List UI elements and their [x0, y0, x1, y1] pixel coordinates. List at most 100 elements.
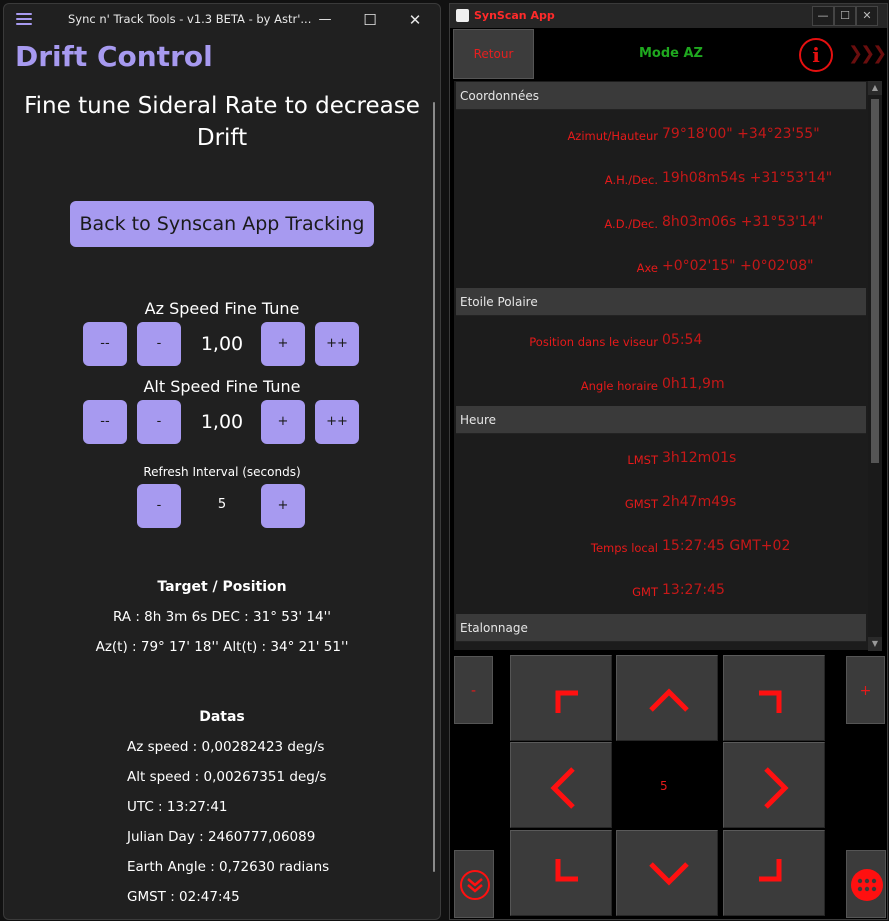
retour-button[interactable]: Retour	[453, 29, 534, 79]
minimize-button[interactable]: —	[302, 4, 348, 36]
list-item: A.H./Dec. 19h08m54s +31°53'14"	[454, 170, 868, 190]
row-value: 05:54	[662, 332, 703, 348]
target-az-alt: Az(t) : 79° 17' 18'' Alt(t) : 34° 21' 51…	[95, 639, 349, 655]
mode-label: Mode AZ	[638, 46, 703, 61]
hamburger-menu-icon[interactable]	[16, 13, 32, 25]
keypad-button[interactable]	[846, 850, 886, 918]
synscan-window: SynScan App — ☐ ✕ Retour Mode AZ i ❯❯❯ C…	[449, 3, 888, 920]
info-list: Coordonnées Azimut/Hauteur 79°18'00" +34…	[454, 81, 868, 650]
title-bar: Sync n' Track Tools - v1.3 BETA - by Ast…	[4, 4, 440, 36]
page-subtitle: Fine tune Sideral Rate to decrease Drift	[4, 90, 440, 154]
az-increase-button[interactable]: +	[261, 322, 305, 366]
list-item: Angle horaire 0h11,9m	[454, 376, 868, 396]
alt-increase-large-button[interactable]: ++	[315, 400, 359, 444]
row-label: Position dans le viseur	[529, 335, 658, 349]
slew-up-left-button[interactable]	[510, 655, 612, 741]
julian-day-readout: Julian Day : 2460777,06089	[127, 829, 316, 845]
window-title: Sync n' Track Tools - v1.3 BETA - by Ast…	[68, 12, 312, 26]
row-label: A.H./Dec.	[604, 173, 658, 187]
close-button[interactable]: ✕	[856, 6, 878, 26]
slew-rate-value: 5	[660, 779, 668, 793]
maximize-button[interactable]: ☐	[347, 4, 393, 36]
az-speed-readout: Az speed : 0,00282423 deg/s	[127, 739, 325, 755]
corner-down-left-icon	[555, 859, 578, 882]
row-value: 3h12m01s	[662, 450, 737, 466]
refresh-interval-value: 5	[217, 497, 227, 512]
az-speed-value: 1,00	[200, 333, 244, 355]
section-coordonnees[interactable]: Coordonnées	[456, 82, 866, 110]
datas-heading: Datas	[199, 709, 245, 725]
chevron-right-icon	[764, 767, 789, 809]
sync-track-window: Sync n' Track Tools - v1.3 BETA - by Ast…	[3, 3, 441, 920]
maximize-button[interactable]: ☐	[834, 6, 856, 26]
earth-angle-readout: Earth Angle : 0,72630 radians	[127, 859, 330, 875]
az-decrease-button[interactable]: -	[137, 322, 181, 366]
alt-speed-readout: Alt speed : 0,00267351 deg/s	[127, 769, 327, 785]
minimize-button[interactable]: —	[812, 6, 834, 26]
collapse-button[interactable]	[454, 850, 494, 918]
row-value: +0°02'15" +0°02'08"	[662, 258, 814, 274]
az-decrease-large-button[interactable]: --	[83, 322, 127, 366]
title-bar: SynScan App — ☐ ✕	[450, 4, 887, 28]
subtitle-line-1: Fine tune Sideral Rate to decrease	[24, 93, 420, 119]
list-scrollbar[interactable]: ▲ ▼	[868, 81, 882, 651]
row-label: Axe	[636, 261, 658, 275]
az-speed-label: Az Speed Fine Tune	[144, 299, 300, 318]
alt-decrease-button[interactable]: -	[137, 400, 181, 444]
synscan-app-icon	[456, 9, 469, 22]
refresh-interval-label: Refresh Interval (seconds)	[143, 465, 301, 479]
close-button[interactable]: ✕	[392, 4, 438, 36]
target-heading: Target / Position	[157, 579, 287, 595]
alt-speed-value: 1,00	[200, 411, 244, 433]
slew-down-right-button[interactable]	[723, 830, 825, 916]
list-item: LMST 3h12m01s	[454, 450, 868, 470]
row-label: A.D./Dec.	[604, 217, 658, 231]
row-value: 13:27:45	[662, 582, 725, 598]
info-icon[interactable]: i	[799, 38, 833, 72]
back-to-synscan-button[interactable]: Back to Synscan App Tracking	[70, 201, 374, 247]
section-heure[interactable]: Heure	[456, 406, 866, 434]
section-etoile-polaire[interactable]: Etoile Polaire	[456, 288, 866, 316]
az-increase-large-button[interactable]: ++	[315, 322, 359, 366]
slew-right-button[interactable]	[723, 742, 825, 828]
page-title: Drift Control	[15, 40, 213, 73]
list-item: Position dans le viseur 05:54	[454, 332, 868, 352]
list-item: Temps local 15:27:45 GMT+02	[454, 538, 868, 558]
alt-decrease-large-button[interactable]: --	[83, 400, 127, 444]
chevron-left-icon	[550, 767, 575, 809]
slew-up-right-button[interactable]	[723, 655, 825, 741]
row-label: GMST	[624, 497, 658, 511]
scrollbar-thumb[interactable]	[871, 99, 879, 463]
keypad-grid-icon	[851, 869, 883, 901]
row-value: 0h11,9m	[662, 376, 725, 392]
scroll-down-arrow-icon[interactable]: ▼	[868, 637, 882, 651]
window-title: SynScan App	[474, 9, 555, 22]
slew-left-button[interactable]	[510, 742, 612, 828]
rate-plus-button[interactable]: +	[846, 656, 885, 724]
refresh-decrease-button[interactable]: -	[137, 484, 181, 528]
list-item: Azimut/Hauteur 79°18'00" +34°23'55"	[454, 126, 868, 146]
list-item: A.D./Dec. 8h03m06s +31°53'14"	[454, 214, 868, 234]
rate-minus-button[interactable]: -	[454, 656, 493, 724]
slew-down-left-button[interactable]	[510, 830, 612, 916]
alt-increase-button[interactable]: +	[261, 400, 305, 444]
scroll-up-arrow-icon[interactable]: ▲	[868, 81, 882, 95]
chevron-up-icon	[649, 688, 689, 712]
row-label: GMT	[632, 585, 658, 599]
list-item: GMT 13:27:45	[454, 582, 868, 602]
slew-up-button[interactable]	[616, 655, 718, 741]
row-label: LMST	[627, 453, 658, 467]
alt-speed-label: Alt Speed Fine Tune	[143, 377, 301, 396]
chevron-down-icon	[649, 862, 689, 886]
utc-readout: UTC : 13:27:41	[127, 799, 228, 815]
corner-down-right-icon	[759, 859, 782, 882]
refresh-increase-button[interactable]: +	[261, 484, 305, 528]
triple-chevron-icon[interactable]: ❯❯❯	[848, 43, 887, 64]
row-value: 15:27:45 GMT+02	[662, 538, 791, 554]
slew-down-button[interactable]	[616, 830, 718, 916]
subtitle-line-2: Drift	[196, 125, 248, 151]
section-etalonnage[interactable]: Etalonnage	[456, 614, 866, 642]
row-label: Azimut/Hauteur	[567, 129, 658, 143]
vertical-scrollbar[interactable]	[433, 102, 435, 872]
target-ra-dec: RA : 8h 3m 6s DEC : 31° 53' 14''	[112, 609, 332, 625]
